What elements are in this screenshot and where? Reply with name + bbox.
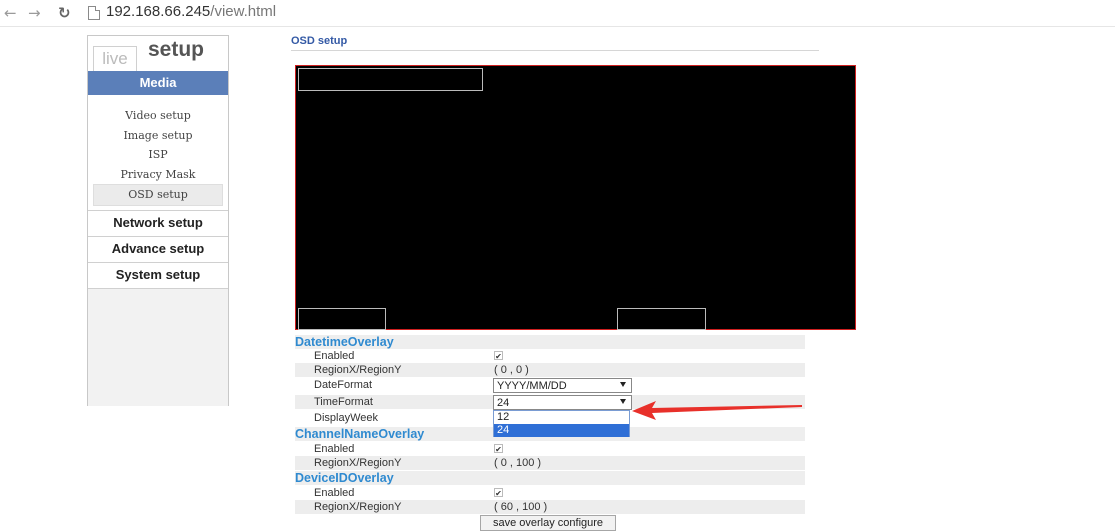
datetime-enabled-label: Enabled — [314, 350, 355, 362]
page-title: OSD setup — [291, 35, 348, 47]
dateformat-value: YYYY/MM/DD — [497, 380, 567, 392]
title-divider — [291, 50, 819, 51]
timeformat-select[interactable]: 24 — [493, 395, 632, 410]
url-field[interactable]: 192.168.66.245/view.html — [106, 3, 276, 20]
sidebar: live setup Media Video setup Image setup… — [87, 35, 229, 406]
url-path: /view.html — [210, 3, 277, 20]
osd-preview — [295, 65, 856, 330]
tab-live[interactable]: live — [93, 46, 137, 71]
back-arrow-icon[interactable]: ← — [4, 4, 17, 22]
tab-setup[interactable]: setup — [148, 38, 204, 62]
timeformat-value: 24 — [497, 397, 510, 409]
displayweek-label: DisplayWeek — [314, 412, 378, 424]
media-submenu: Video setup Image setup ISP Privacy Mask… — [88, 106, 228, 206]
datetime-enabled-row: Enabled ✔ — [295, 349, 805, 363]
browser-address-bar: ← → ↻ 192.168.66.245/view.html — [0, 0, 1115, 27]
arrow-shape — [632, 401, 802, 420]
sidebar-item-isp[interactable]: ISP — [88, 145, 228, 165]
osd-region-device-id[interactable] — [617, 308, 706, 330]
sidebar-item-privacy-mask[interactable]: Privacy Mask — [88, 165, 228, 185]
device-id-overlay-title: DeviceIDOverlay — [295, 471, 805, 485]
sidebar-section-advance[interactable]: Advance setup — [88, 236, 228, 260]
device-enabled-checkbox[interactable]: ✔ — [494, 488, 503, 498]
url-host: 192.168.66.245 — [106, 3, 211, 20]
osd-region-channel-name[interactable] — [298, 308, 386, 330]
datetime-region-value: ( 0 , 0 ) — [494, 364, 529, 376]
channel-region-row: RegionX/RegionY ( 0 , 100 ) — [295, 456, 805, 470]
sidebar-item-image-setup[interactable]: Image setup — [88, 126, 228, 146]
timeformat-option-12[interactable]: 12 — [494, 411, 629, 424]
channel-region-label: RegionX/RegionY — [314, 457, 402, 469]
sidebar-item-osd-setup[interactable]: OSD setup — [93, 184, 223, 206]
device-enabled-row: Enabled ✔ — [295, 486, 805, 500]
chevron-down-icon — [620, 399, 626, 404]
timeformat-dropdown-list: 12 24 — [493, 410, 630, 437]
chevron-down-icon — [620, 382, 626, 387]
sidebar-filler — [88, 288, 228, 406]
channel-region-value: ( 0 , 100 ) — [494, 457, 542, 469]
device-region-label: RegionX/RegionY — [314, 501, 402, 513]
save-overlay-button[interactable]: save overlay configure — [480, 515, 616, 531]
reload-icon[interactable]: ↻ — [58, 4, 71, 22]
channel-enabled-row: Enabled ✔ — [295, 442, 805, 456]
dateformat-label: DateFormat — [314, 379, 373, 391]
device-region-row: RegionX/RegionY ( 60 , 100 ) — [295, 500, 805, 514]
channel-enabled-checkbox[interactable]: ✔ — [494, 444, 503, 454]
sidebar-section-media[interactable]: Media — [88, 71, 228, 95]
mode-tabs: live setup — [88, 36, 228, 71]
dateformat-select[interactable]: YYYY/MM/DD — [493, 378, 632, 393]
page-icon — [88, 6, 100, 20]
datetime-overlay-title: DatetimeOverlay — [295, 335, 805, 349]
device-enabled-label: Enabled — [314, 487, 355, 499]
datetime-enabled-checkbox[interactable]: ✔ — [494, 351, 503, 361]
sidebar-section-network[interactable]: Network setup — [88, 210, 228, 234]
datetime-region-row: RegionX/RegionY ( 0 , 0 ) — [295, 363, 805, 377]
sidebar-item-video-setup[interactable]: Video setup — [88, 106, 228, 126]
timeformat-label: TimeFormat — [314, 396, 373, 408]
annotation-arrow-icon — [632, 401, 802, 420]
device-region-value: ( 60 , 100 ) — [494, 501, 548, 513]
osd-region-datetime[interactable] — [298, 68, 483, 91]
datetime-region-label: RegionX/RegionY — [314, 364, 402, 376]
channel-enabled-label: Enabled — [314, 443, 355, 455]
sidebar-section-system[interactable]: System setup — [88, 262, 228, 286]
timeformat-option-24[interactable]: 24 — [494, 424, 629, 437]
forward-arrow-icon[interactable]: → — [28, 4, 41, 22]
